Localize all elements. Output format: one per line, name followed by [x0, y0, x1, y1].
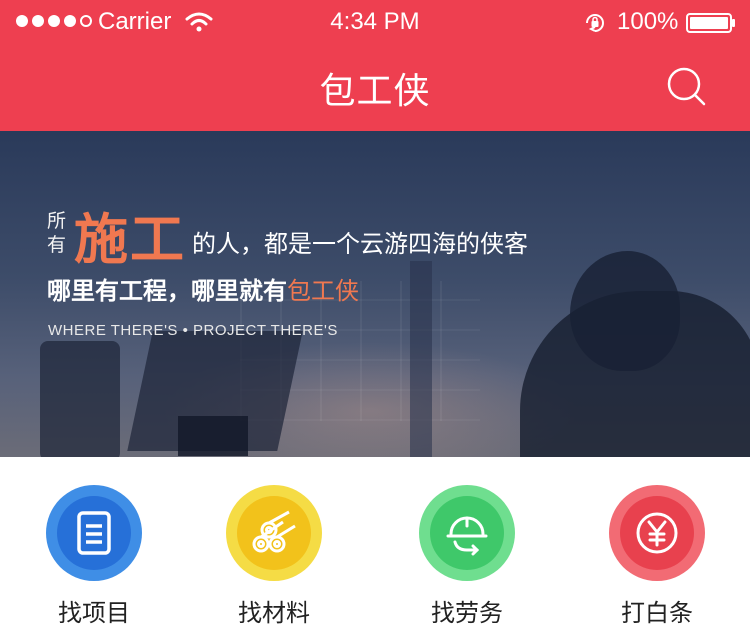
banner-small-char-top: 所: [47, 210, 67, 232]
promo-banner[interactable]: 所 有 施工 的人，都是一个云游四海的侠客 哪里有工程，哪里就有包工侠 WHER…: [0, 131, 750, 457]
menu-item-find-labor[interactable]: 找劳务: [373, 457, 561, 641]
search-icon[interactable]: [664, 64, 708, 108]
app-header: Carrier 4:34 PM 100% 包工侠: [0, 0, 750, 131]
status-bar: Carrier 4:34 PM 100%: [0, 0, 750, 44]
menu-item-find-materials[interactable]: 找材料: [180, 457, 368, 641]
menu-item-label: 打白条: [621, 599, 693, 627]
banner-phone-silhouette: [40, 341, 120, 457]
yuan-icon: [609, 485, 705, 581]
banner-headline-big: 施工: [74, 208, 186, 271]
banner-headline-rest: 的人，都是一个云游四海的侠客: [192, 230, 528, 258]
banner-subline-accent: 包工侠: [287, 277, 359, 305]
banner-subline-main: 哪里有工程，哪里就有: [47, 277, 287, 305]
banner-cup-silhouette: [178, 416, 248, 456]
helmet-icon: [419, 485, 515, 581]
menu-item-label: 找材料: [238, 599, 310, 627]
banner-subline: 哪里有工程，哪里就有包工侠: [47, 271, 359, 306]
document-icon: [46, 485, 142, 581]
banner-small-char-bottom: 有: [47, 234, 67, 256]
page-title: 包工侠: [319, 71, 431, 112]
orientation-lock-icon: [586, 14, 604, 32]
quick-menu: 找项目 找材料 找劳务 打白条: [0, 457, 750, 641]
banner-head-silhouette: [570, 251, 680, 371]
battery-icon: [686, 13, 735, 33]
pipes-icon: [226, 485, 322, 581]
battery-percentage: 100%: [617, 8, 679, 35]
banner-slogan: WHERE THERE'S • PROJECT THERE'S: [48, 322, 338, 339]
menu-item-label: 找项目: [58, 599, 130, 627]
menu-item-find-projects[interactable]: 找项目: [0, 457, 188, 641]
menu-item-iou[interactable]: 打白条: [563, 457, 750, 641]
banner-window-frame: [410, 261, 432, 457]
menu-item-label: 找劳务: [431, 599, 503, 627]
